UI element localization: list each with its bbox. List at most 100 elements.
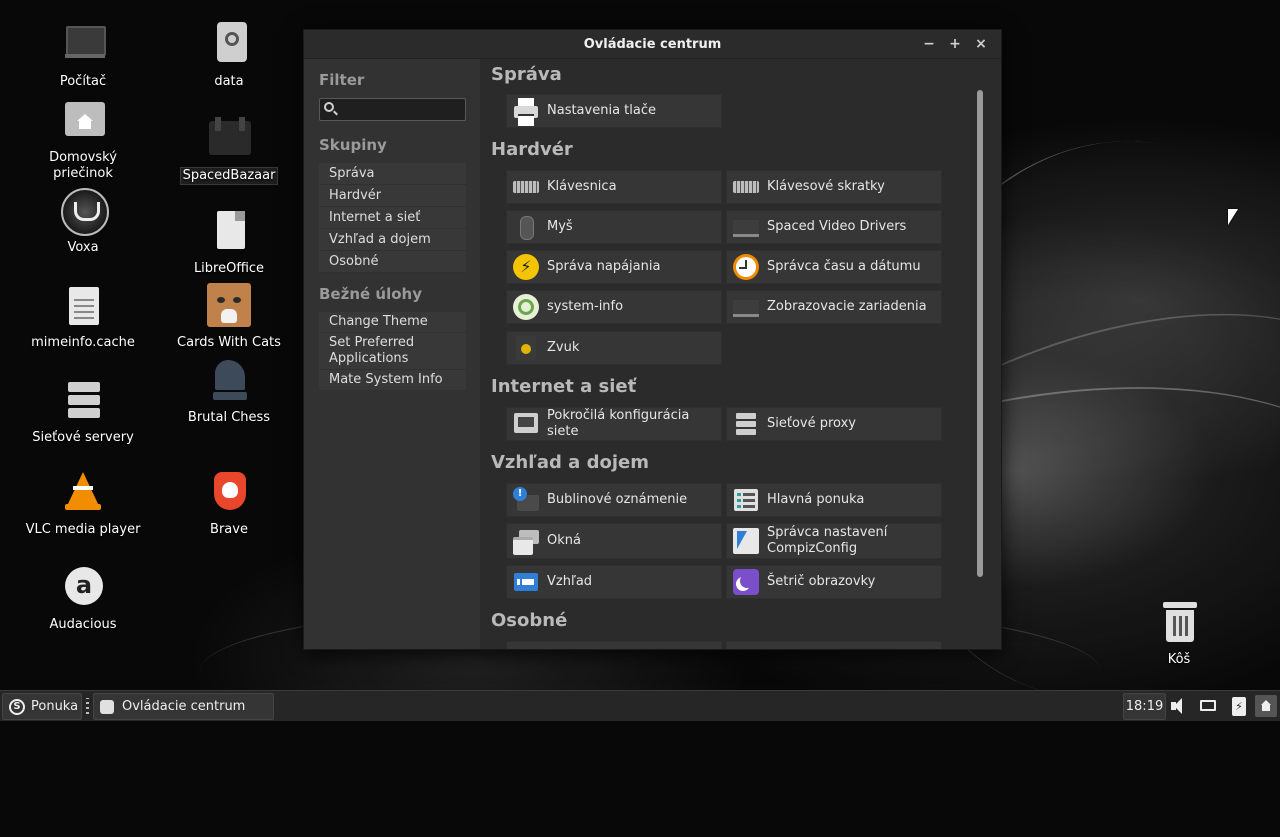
- monitor-icon: [733, 214, 759, 240]
- tile-appearance[interactable]: Vzhľad: [506, 565, 722, 599]
- tile-display-devices[interactable]: Zobrazovacie zariadenia: [726, 290, 942, 324]
- group-item-osobne[interactable]: Osobné: [319, 251, 466, 273]
- desktop-icon-audacious[interactable]: a Audacious: [23, 565, 143, 633]
- desktop-icon-vlc[interactable]: VLC media player: [23, 470, 143, 538]
- maximize-button[interactable]: +: [946, 35, 964, 53]
- tile-network-proxy[interactable]: Sieťové proxy: [726, 407, 942, 441]
- appearance-icon: [513, 569, 539, 595]
- mouse-icon: [513, 214, 539, 240]
- search-input[interactable]: [340, 100, 464, 120]
- compiz-icon: [733, 528, 759, 554]
- desktop-icon-label: Brutal Chess: [187, 410, 271, 425]
- desktop-icon-brutal-chess[interactable]: Brutal Chess: [169, 358, 289, 426]
- section-title-internet: Internet a sieť: [491, 376, 637, 397]
- scrollbar[interactable]: [977, 90, 983, 577]
- desktop-icon-label: data: [214, 74, 244, 89]
- tile-windows[interactable]: Okná: [506, 523, 722, 559]
- tile-printer-settings[interactable]: Nastavenia tlače: [506, 94, 722, 128]
- tile-label: Nastavenia tlače: [547, 103, 656, 118]
- tasks-heading: Bežné úlohy: [319, 285, 422, 303]
- tile-mouse[interactable]: Myš: [506, 210, 722, 244]
- tile-sound[interactable]: Zvuk: [506, 331, 722, 365]
- network-icon: [513, 411, 539, 437]
- chess-knight-icon: [205, 358, 253, 406]
- desktop-icon-cards-with-cats[interactable]: Cards With Cats: [169, 283, 289, 351]
- show-desktop-icon[interactable]: [1255, 695, 1277, 717]
- tile-keyboard-shortcuts[interactable]: Klávesové skratky: [726, 170, 942, 204]
- desktop-icon-label: SpacedBazaar: [179, 167, 279, 185]
- group-item-internet[interactable]: Internet a sieť: [319, 207, 466, 229]
- tile-label: Správca nastavení CompizConfig: [767, 525, 888, 556]
- tile-keyboard[interactable]: Klávesnica: [506, 170, 722, 204]
- window-title: Ovládacie centrum: [583, 37, 722, 52]
- tile-compizconfig[interactable]: Správca nastavení CompizConfig: [726, 523, 942, 559]
- tile-label: Pokročilá konfigurácia siete: [547, 408, 690, 439]
- menu-label: Ponuka: [31, 699, 79, 714]
- taskbar-window-label: Ovládacie centrum: [122, 699, 246, 714]
- window-titlebar[interactable]: Ovládacie centrum − + ×: [304, 30, 1001, 59]
- filter-heading: Filter: [319, 71, 365, 89]
- desktop-icon-label: mimeinfo.cache: [31, 335, 135, 350]
- group-item-sprava[interactable]: Správa: [319, 163, 466, 185]
- keyboard-shortcuts-icon: [733, 174, 759, 200]
- desktop-icon-spacedbazaar[interactable]: SpacedBazaar: [169, 115, 289, 185]
- libreoffice-icon: [205, 209, 253, 257]
- tile-bubble-notification[interactable]: ! Bublinové oznámenie: [506, 483, 722, 517]
- desktop-icon-label: Sieťové servery: [32, 430, 134, 445]
- tile-video-drivers[interactable]: Spaced Video Drivers: [726, 210, 942, 244]
- desktop-icon-network-servers[interactable]: Sieťové servery: [23, 378, 143, 446]
- tile-system-info[interactable]: system-info: [506, 290, 722, 324]
- desktop-icon-label: Brave: [210, 522, 248, 537]
- close-button[interactable]: ×: [972, 35, 990, 53]
- computer-icon: [59, 22, 107, 70]
- taskbar-separator-handle[interactable]: [86, 698, 89, 714]
- volume-icon[interactable]: [1168, 695, 1190, 717]
- desktop-icon-libreoffice[interactable]: LibreOffice: [169, 209, 289, 277]
- tasks-list: Change Theme Set Preferred Applications …: [319, 312, 466, 391]
- groups-heading: Skupiny: [319, 136, 387, 154]
- tile-osobne-partial[interactable]: [726, 641, 942, 649]
- tile-label: Správa napájania: [547, 259, 661, 274]
- tile-power-management[interactable]: ⚡ Správa napájania: [506, 250, 722, 284]
- desktop-icon-home[interactable]: Domovský priečinok: [23, 98, 143, 182]
- menu-button[interactable]: S Ponuka: [2, 693, 82, 720]
- desktop-icon-computer[interactable]: Počítač: [23, 22, 143, 90]
- control-center-window: Ovládacie centrum − + × Filter Skupiny S…: [303, 29, 1002, 650]
- network-tray-icon[interactable]: [1198, 695, 1220, 717]
- clock-icon: [733, 254, 759, 280]
- section-title-vzhlad: Vzhľad a dojem: [491, 452, 649, 473]
- minimize-button[interactable]: −: [920, 35, 938, 53]
- desktop-icon-voxa[interactable]: Voxa: [23, 188, 143, 256]
- task-change-theme[interactable]: Change Theme: [319, 312, 466, 333]
- group-item-hardver[interactable]: Hardvér: [319, 185, 466, 207]
- notification-icon: !: [513, 487, 539, 513]
- desktop-icon-data[interactable]: data: [169, 22, 289, 90]
- tile-osobne-partial[interactable]: [506, 641, 722, 649]
- desktop-icon-label: Cards With Cats: [177, 335, 281, 350]
- task-system-info[interactable]: Mate System Info: [319, 370, 466, 391]
- desktop-icon-mimeinfo[interactable]: mimeinfo.cache: [23, 283, 143, 351]
- group-item-vzhlad[interactable]: Vzhľad a dojem: [319, 229, 466, 251]
- tile-screensaver[interactable]: Šetrič obrazovky: [726, 565, 942, 599]
- section-title-osobne: Osobné: [491, 610, 568, 631]
- tile-label: Správca času a dátumu: [767, 259, 921, 274]
- clock[interactable]: 18:19: [1123, 693, 1166, 720]
- trash-icon: [1155, 600, 1203, 648]
- tile-label: Klávesnica: [547, 179, 617, 194]
- tile-time-date[interactable]: Správca času a dátumu: [726, 250, 942, 284]
- mouse-cursor-icon: [1228, 209, 1238, 225]
- taskbar-window-button[interactable]: Ovládacie centrum: [93, 693, 274, 720]
- system-info-icon: [513, 294, 539, 320]
- main-menu-icon: [733, 487, 759, 513]
- tile-network-config[interactable]: Pokročilá konfigurácia siete: [506, 407, 722, 441]
- tile-label: Bublinové oznámenie: [547, 492, 688, 507]
- task-preferred-apps[interactable]: Set Preferred Applications: [319, 333, 466, 370]
- tile-main-menu[interactable]: Hlavná ponuka: [726, 483, 942, 517]
- battery-icon[interactable]: ⚡: [1228, 695, 1250, 717]
- desktop-icon-label: VLC media player: [25, 522, 141, 537]
- desktop-icon-trash[interactable]: Kôš: [1119, 600, 1239, 668]
- desktop-icon-brave[interactable]: Brave: [169, 470, 289, 538]
- tile-label: Hlavná ponuka: [767, 492, 865, 507]
- spaced-logo-icon: S: [9, 698, 25, 715]
- search-field[interactable]: [319, 98, 466, 121]
